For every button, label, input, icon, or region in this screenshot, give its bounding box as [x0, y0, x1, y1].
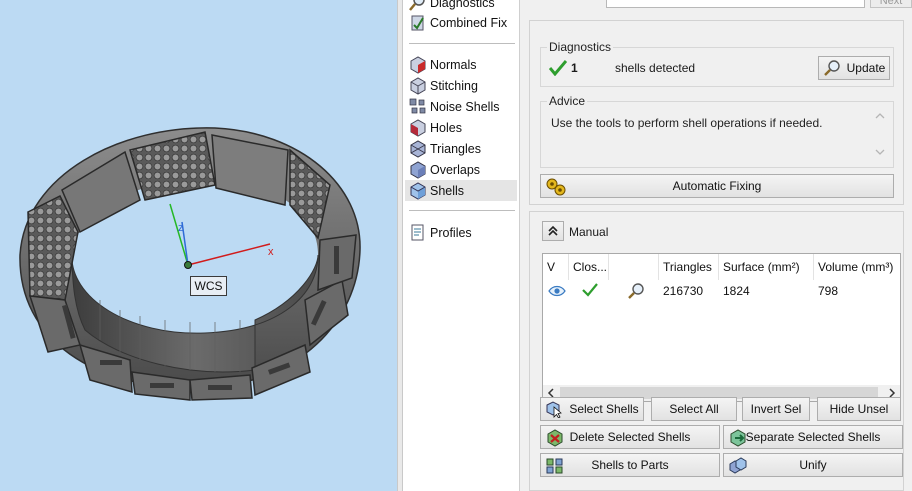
- cursor-cube-icon: [546, 401, 563, 418]
- advice-text: Use the tools to perform shell operation…: [551, 116, 823, 130]
- nav-label: Noise Shells: [430, 99, 500, 114]
- diagnostics-title: Diagnostics: [547, 40, 614, 54]
- wcs-label: WCS: [190, 276, 227, 296]
- normals-cube-icon: [410, 56, 426, 74]
- manual-group: Manual V Clos... Triangles Surface (mm²)…: [529, 211, 904, 491]
- checkmark-icon: [549, 60, 567, 76]
- x-axis-label: x: [268, 246, 274, 258]
- column-header-inspect[interactable]: [609, 254, 659, 280]
- unify-button[interactable]: Unify: [723, 453, 903, 477]
- nav-label: Stitching: [430, 78, 478, 93]
- nav-divider: [409, 43, 515, 44]
- unify-cubes-icon: [729, 457, 747, 474]
- surface-cell: 1824: [723, 284, 750, 298]
- combined-fix-icon: [411, 15, 424, 31]
- shell-count: 1: [571, 61, 578, 75]
- magnifier-icon: [409, 0, 425, 11]
- shells-to-parts-button[interactable]: Shells to Parts: [540, 453, 720, 477]
- delete-cube-icon: [547, 429, 563, 447]
- delete-selected-shells-button[interactable]: Delete Selected Shells: [540, 425, 720, 449]
- automatic-fixing-button[interactable]: Automatic Fixing: [540, 174, 894, 198]
- select-all-button[interactable]: Select All: [651, 397, 737, 421]
- update-button[interactable]: Update: [818, 56, 890, 80]
- nav-item-triangles[interactable]: Triangles: [405, 138, 517, 159]
- overlaps-cube-icon: [410, 161, 426, 179]
- advice-title: Advice: [547, 94, 588, 108]
- noise-shells-icon: [409, 98, 426, 114]
- gears-icon: [546, 178, 566, 196]
- nav-item-profiles[interactable]: Profiles: [405, 222, 517, 243]
- nav-label: Profiles: [430, 225, 472, 240]
- shells-panel: Next Diagnostics 1 shells detected Updat…: [521, 0, 912, 491]
- shells-table: V Clos... Triangles Surface (mm²) Volume…: [542, 253, 901, 402]
- update-button-label: Update: [846, 61, 886, 75]
- separate-cube-icon: [730, 429, 746, 447]
- nav-label: Overlaps: [430, 162, 481, 177]
- nav-item-shells[interactable]: Shells: [405, 180, 517, 201]
- nav-label: Normals: [430, 57, 477, 72]
- column-header-surface[interactable]: Surface (mm²): [719, 254, 814, 280]
- manual-title: Manual: [569, 225, 609, 239]
- collapse-button[interactable]: [542, 221, 564, 241]
- column-header-volume[interactable]: Volume (mm³): [814, 254, 900, 280]
- nav-label: Triangles: [430, 141, 481, 156]
- chevron-up-icon: [548, 225, 558, 236]
- profiles-doc-icon: [411, 224, 424, 241]
- hide-unselected-button[interactable]: Hide Unsel: [817, 397, 901, 421]
- separate-selected-label: Separate Selected Shells: [745, 430, 881, 444]
- repair-nav: Diagnostics Combined Fix Normals Stitchi…: [403, 0, 520, 491]
- advice-scrollbar[interactable]: [873, 110, 887, 158]
- nav-item-stitching[interactable]: Stitching: [405, 75, 517, 96]
- invert-selection-button[interactable]: Invert Sel: [742, 397, 810, 421]
- diagnostics-group: Diagnostics 1 shells detected Update Adv…: [529, 20, 904, 205]
- 3d-viewport[interactable]: x z WCS: [0, 0, 397, 491]
- volume-cell: 798: [818, 284, 839, 298]
- eye-icon[interactable]: [548, 285, 566, 297]
- inspect-magnifier-icon[interactable]: [627, 282, 645, 300]
- nav-item-normals[interactable]: Normals: [405, 54, 517, 75]
- nav-label: Holes: [430, 120, 462, 135]
- diagnostics-box: Diagnostics 1 shells detected Update: [540, 40, 894, 87]
- column-header-closed[interactable]: Clos...: [569, 254, 609, 280]
- next-button[interactable]: Next: [870, 0, 912, 8]
- column-header-visible[interactable]: V: [543, 254, 569, 280]
- nav-label: Shells: [430, 183, 465, 198]
- holes-cube-icon: [410, 119, 426, 137]
- nav-label: Diagnostics: [430, 0, 495, 10]
- shells-to-parts-label: Shells to Parts: [591, 458, 669, 472]
- stitching-cube-icon: [410, 77, 426, 95]
- select-all-label: Select All: [669, 402, 719, 416]
- hide-unsel-label: Hide Unsel: [829, 402, 889, 416]
- invert-sel-label: Invert Sel: [750, 402, 802, 416]
- triangles-cell: 216730: [663, 284, 704, 298]
- closed-check-icon: [582, 283, 598, 297]
- delete-selected-label: Delete Selected Shells: [569, 430, 691, 444]
- unify-label: Unify: [799, 458, 827, 472]
- nav-divider: [409, 210, 515, 211]
- nav-item-combined-fix[interactable]: Combined Fix: [405, 12, 517, 33]
- nav-item-noise-shells[interactable]: Noise Shells: [405, 96, 517, 117]
- shells-cube-icon: [410, 182, 426, 200]
- separate-selected-shells-button[interactable]: Separate Selected Shells: [723, 425, 903, 449]
- z-axis-label: z: [178, 222, 184, 234]
- automatic-fixing-label: Automatic Fixing: [672, 179, 762, 193]
- triangles-icon: [410, 140, 426, 158]
- magnifier-icon: [823, 60, 840, 76]
- shells-detected-text: shells detected: [615, 61, 696, 75]
- shells-to-parts-icon: [546, 458, 563, 474]
- column-header-triangles[interactable]: Triangles: [659, 254, 719, 280]
- nav-item-holes[interactable]: Holes: [405, 117, 517, 138]
- select-shells-button[interactable]: Select Shells: [540, 397, 644, 421]
- nav-label: Combined Fix: [430, 15, 508, 30]
- profile-select[interactable]: [606, 0, 865, 8]
- select-shells-label: Select Shells: [569, 402, 639, 416]
- nav-item-overlaps[interactable]: Overlaps: [405, 159, 517, 180]
- ring-model[interactable]: x z: [0, 0, 397, 491]
- advice-box: Advice Use the tools to perform shell op…: [540, 94, 894, 168]
